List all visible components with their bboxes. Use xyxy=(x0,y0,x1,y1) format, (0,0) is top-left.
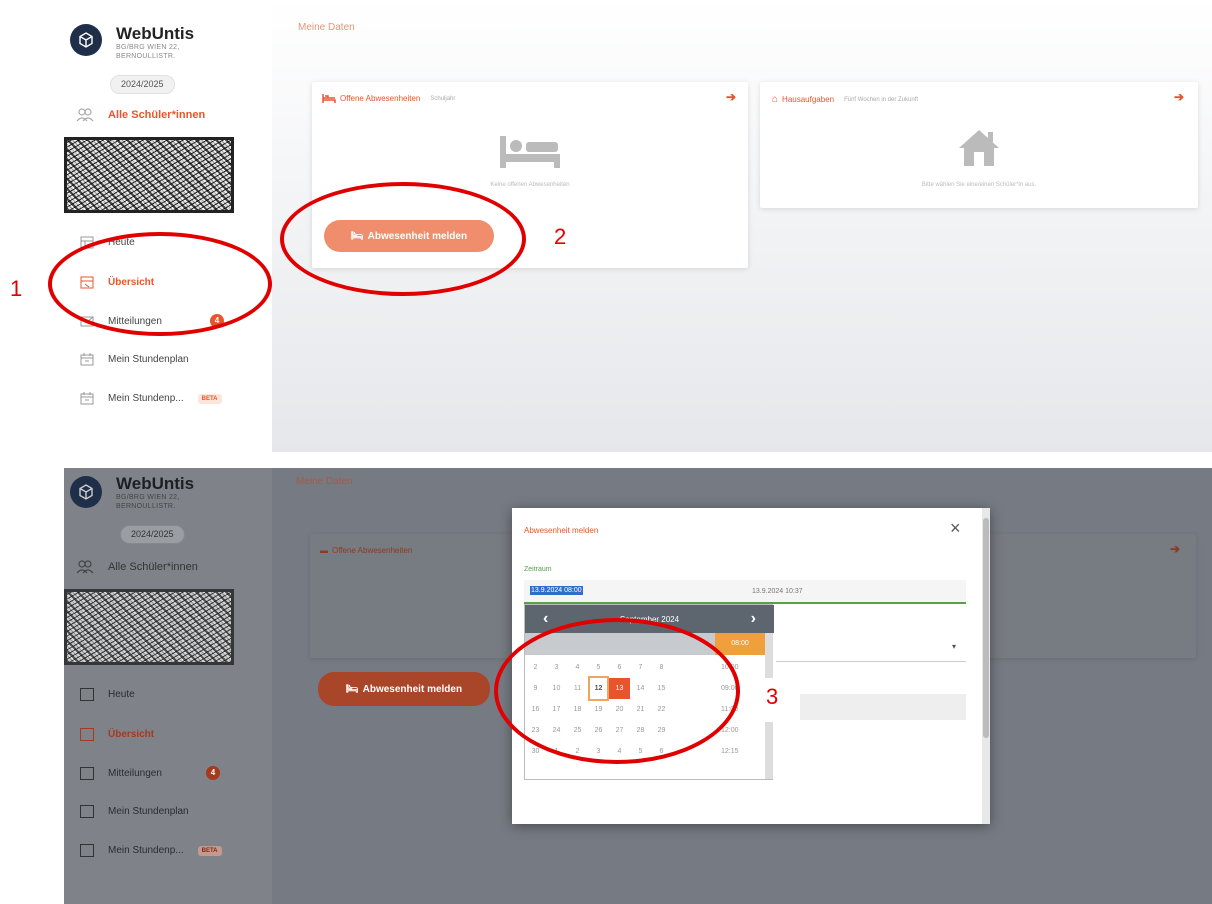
beta-badge: BETA xyxy=(197,845,222,856)
period-label: Zeitraum xyxy=(524,566,552,573)
annotation-label-3: 3 xyxy=(766,684,779,709)
start-datetime-value: 13.9.2024 08:00 xyxy=(530,586,583,595)
page-title: Meine Daten xyxy=(298,22,355,33)
app-name: WebUntis xyxy=(116,474,195,493)
bed-icon: ▬ xyxy=(320,546,328,555)
webuntis-logo-icon xyxy=(70,24,102,56)
home-icon: ⌂ xyxy=(772,94,779,105)
absences-card-title: ▬ Offene Abwesenheiten xyxy=(320,546,413,555)
annotation-label-1: 1 xyxy=(10,276,23,301)
student-label: Alle Schüler*innen xyxy=(108,109,206,121)
top-screenshot: WebUntis BG/BRG WIEN 22, BERNOULLISTR. 20… xyxy=(0,0,1212,452)
absences-card-title[interactable]: Offene Abwesenheiten Schuljahr xyxy=(322,94,455,103)
student-selector[interactable]: Alle Schüler*innen xyxy=(76,560,198,574)
homework-empty-text: Bitte wählen Sie eine/einen Schüler*in a… xyxy=(921,182,1037,188)
sidebar: WebUntis BG/BRG WIEN 22, BERNOULLISTR. 20… xyxy=(64,0,272,426)
users-icon xyxy=(76,108,94,122)
calendar-icon xyxy=(80,392,94,405)
sidebar-item-timetable-beta[interactable]: Mein Stundenp... BETA xyxy=(80,844,222,857)
sidebar-item-messages[interactable]: Mitteilungen 4 xyxy=(80,766,220,780)
dialog-scrollbar[interactable] xyxy=(982,508,990,824)
page-title: Meine Daten xyxy=(296,476,353,487)
sidebar-item-overview[interactable]: Übersicht xyxy=(80,728,154,741)
calendar-icon xyxy=(80,353,94,366)
mail-icon xyxy=(80,766,94,780)
sidebar-item-today[interactable]: Heute xyxy=(80,688,135,701)
homework-arrow-icon[interactable]: ➔ xyxy=(1174,90,1184,104)
calendar-icon xyxy=(80,805,94,818)
homework-card: ⌂ Hausaufgaben Fünf Wochen in der Zukunft… xyxy=(760,82,1198,208)
time-option[interactable]: 12:15 xyxy=(721,741,761,762)
annotation-ring-1 xyxy=(48,232,272,336)
close-icon[interactable]: × xyxy=(950,518,961,539)
end-datetime-input[interactable]: 13.9.2024 10:37 xyxy=(746,580,966,604)
chevron-down-icon: ▾ xyxy=(952,642,957,651)
today-icon xyxy=(80,688,94,701)
sidebar-item-timetable[interactable]: Mein Stundenplan xyxy=(80,805,189,818)
house-empty-icon xyxy=(959,130,999,166)
school-name: BG/BRG WIEN 22, BERNOULLISTR. xyxy=(116,494,180,510)
end-datetime-value: 13.9.2024 10:37 xyxy=(752,588,803,595)
overview-icon xyxy=(80,728,94,741)
absence-reason-select[interactable]: ▾ xyxy=(776,636,966,662)
bottom-screenshot: WebUntis BG/BRG WIEN 22, BERNOULLISTR. 20… xyxy=(0,468,1212,904)
blurred-avatar xyxy=(64,137,234,213)
school-year-selector[interactable]: 2024/2025 xyxy=(120,525,185,544)
annotation-ring-3 xyxy=(494,618,740,764)
school-year-selector[interactable]: 2024/2025 xyxy=(110,75,175,94)
next-month-icon[interactable]: › xyxy=(751,610,756,628)
absence-text-field[interactable] xyxy=(776,694,966,720)
report-absence-button[interactable]: 🛏 Abwesenheit melden xyxy=(318,672,490,706)
app-name: WebUntis xyxy=(116,24,195,43)
student-selector[interactable]: Alle Schüler*innen xyxy=(76,108,205,122)
selected-time[interactable]: 08:00 xyxy=(715,633,765,655)
annotation-ring-2 xyxy=(280,182,526,296)
prev-month-icon[interactable]: ‹ xyxy=(543,610,548,628)
absences-arrow-icon[interactable]: ➔ xyxy=(726,90,736,104)
messages-badge: 4 xyxy=(205,766,220,780)
sidebar-item-timetable-beta[interactable]: Mein Stundenp... BETA xyxy=(80,392,222,405)
calendar-icon xyxy=(80,844,94,857)
blurred-avatar xyxy=(64,589,234,665)
school-name: BG/BRG WIEN 22, BERNOULLISTR. xyxy=(116,44,180,60)
homework-arrow-icon[interactable]: ➔ xyxy=(1170,542,1180,556)
sidebar-item-timetable[interactable]: Mein Stundenplan xyxy=(80,353,189,366)
bed-empty-icon xyxy=(500,136,560,168)
webuntis-logo-icon xyxy=(70,476,102,508)
users-icon xyxy=(76,560,94,574)
beta-badge: BETA xyxy=(197,393,222,404)
bed-icon xyxy=(322,94,336,103)
start-datetime-input[interactable]: 13.9.2024 08:00 xyxy=(524,580,746,604)
dialog-title: Abwesenheit melden xyxy=(524,526,599,535)
bed-icon: 🛏 xyxy=(345,683,359,695)
annotation-label-2: 2 xyxy=(554,224,567,249)
homework-card-title[interactable]: ⌂ Hausaufgaben Fünf Wochen in der Zukunft xyxy=(772,94,918,105)
